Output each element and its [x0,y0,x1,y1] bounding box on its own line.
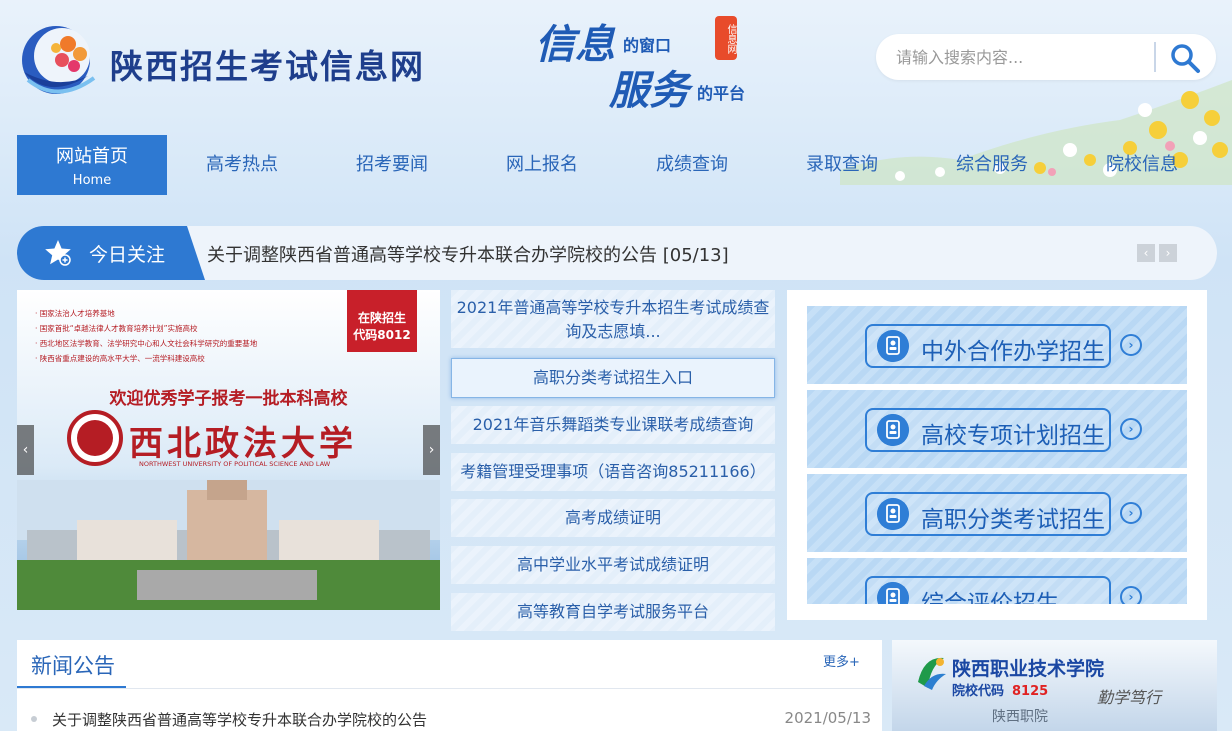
chevron-right-icon: › [1120,586,1142,604]
banner-school-name: 西北政法大学 [129,424,357,464]
banner-badge-line1: 在陕招生 [357,311,406,325]
news-section: 新闻公告 更多+ 关于调整陕西省普通高等学校专升本联合办学院校的公告 2021/… [17,640,882,731]
ad-code-number: 8125 [1012,684,1049,699]
mid-link-music-dance-score[interactable]: 2021年音乐舞蹈类专业课联考成绩查询 [451,406,775,444]
ad-building-sign: 陕西职院 [992,709,1048,725]
site-logo-icon[interactable] [18,20,98,98]
banner-welcome: 欢迎优秀学子报考一批本科高校 [109,389,348,409]
banner-carousel[interactable]: · 国家法治人才培养基地 · 国家首批“卓越法律人才教育培养计划”实施高校 · … [17,290,440,610]
document-icon [877,330,909,362]
btn-vocational-classification-admission[interactable]: 高职分类考试招生 › [807,474,1187,552]
main-nav: 网站首页 Home 高考热点 招考要闻 网上报名 成绩查询 录取查询 综合服务 … [0,135,1232,195]
right-quick-panel: 中外合作办学招生 › 高校专项计划招生 › 高职分类考试招生 › 综合评价招生 … [787,290,1207,620]
nav-item-services[interactable]: 综合服务 [917,135,1067,195]
banner-next-arrow-icon[interactable]: › [423,425,440,475]
news-item-title[interactable]: 关于调整陕西省普通高等学校专升本联合办学院校的公告 [52,709,427,730]
nav-item-label: 网站首页 [56,146,128,167]
banner-bullet: · 陕西省重点建设的高水平大学、一流学科建设高校 [35,354,205,363]
slogan-line2-big: 服务 [609,67,689,114]
btn-pill: 高校专项计划招生 [865,408,1111,452]
nav-item-admission-query[interactable]: 录取查询 [767,135,917,195]
nav-item-online-registration[interactable]: 网上报名 [467,135,617,195]
banner-prev-arrow-icon[interactable]: ‹ [17,425,34,475]
today-focus-headline[interactable]: 关于调整陕西省普通高等学校专升本联合办学院校的公告 [05/13] [207,241,729,267]
ad-code-label: 院校代码 [952,684,1005,699]
next-arrow-icon[interactable]: › [1159,244,1177,262]
btn-special-plan-admission[interactable]: 高校专项计划招生 › [807,390,1187,468]
banner-bullets: · 国家法治人才培养基地 · 国家首批“卓越法律人才教育培养计划”实施高校 · … [35,306,335,366]
college-ad-banner[interactable]: 陕西职业技术学院 院校代码 8125 陕西职院 勤学笃行 [892,640,1217,731]
chevron-right-icon: › [1120,418,1142,440]
mid-link-academic-level-certificate[interactable]: 高中学业水平考试成绩证明 [451,546,775,584]
document-icon [877,414,909,446]
btn-pill: 高职分类考试招生 [865,492,1111,536]
document-icon [877,582,909,604]
nav-item-score-query[interactable]: 成绩查询 [617,135,767,195]
btn-label: 综合评价招生 [921,591,1059,604]
college-logo-icon [918,657,946,690]
today-focus-bar: 今日关注 关于调整陕西省普通高等学校专升本联合办学院校的公告 [05/13] ‹… [17,226,1217,280]
chevron-right-icon: › [1120,334,1142,356]
mid-link-vocational-entry[interactable]: 高职分类考试招生入口 [451,358,775,398]
nav-item-news[interactable]: 招考要闻 [317,135,467,195]
nav-item-home[interactable]: 网站首页 Home [17,135,167,195]
banner-badge-line2: 代码8012 [353,328,411,342]
mid-link-registry-affairs[interactable]: 考籍管理受理事项（语音咨询85211166） [451,453,775,491]
slogan-line1-big: 信息 [535,21,615,68]
banner-bullet: · 国家法治人才培养基地 [35,309,115,318]
slogan-line1-small: 的窗口 [623,36,672,55]
btn-label: 高校专项计划招生 [921,423,1105,449]
news-divider [17,688,882,689]
btn-pill: 中外合作办学招生 [865,324,1111,368]
nav-item-sub: Home [72,173,112,188]
slogan-stamp: 信息网 [715,16,737,60]
today-focus-title: 今日关注 [89,244,166,266]
slogan: 信息 的窗口 信息网 服务 的平台 [535,12,775,114]
btn-pill: 综合评价招生 [865,576,1111,604]
news-section-title: 新闻公告 [31,654,115,678]
nav-item-gaokao-hot[interactable]: 高考热点 [167,135,317,195]
bullet-dot-icon [31,716,37,722]
btn-label: 高职分类考试招生 [921,507,1105,533]
news-more-link[interactable]: 更多+ [823,651,860,670]
mid-link-gaokao-certificate[interactable]: 高考成绩证明 [451,499,775,537]
ad-motto: 勤学笃行 [1097,688,1162,707]
banner-bullet: · 西北地区法学教育、法学研究中心和人文社会科学研究的重要基地 [35,339,258,348]
site-title[interactable]: 陕西招生考试信息网 [110,40,425,88]
mid-link-upgrade-score[interactable]: 2021年普通高等学校专升本招生考试成绩查询及志愿填... [451,290,775,348]
banner-bullet: · 国家首批“卓越法律人才教育培养计划”实施高校 [35,324,198,333]
document-icon [877,498,909,530]
ad-college-name: 陕西职业技术学院 [952,658,1105,680]
prev-arrow-icon[interactable]: ‹ [1137,244,1155,262]
btn-comprehensive-evaluation-admission[interactable]: 综合评价招生 › [807,558,1187,604]
banner-school-en: NORTHWEST UNIVERSITY OF POLITICAL SCIENC… [139,460,331,468]
btn-sino-foreign-admission[interactable]: 中外合作办学招生 › [807,306,1187,384]
slogan-line2-small: 的平台 [697,84,746,103]
mid-link-self-exam-platform[interactable]: 高等教育自学考试服务平台 [451,593,775,631]
btn-label: 中外合作办学招生 [921,339,1105,365]
star-icon [45,240,71,266]
ad-college-code: 院校代码 8125 [952,680,1048,699]
news-list-item: 关于调整陕西省普通高等学校专升本联合办学院校的公告 2021/05/13 [31,708,871,731]
banner-badge: 在陕招生 代码8012 [347,310,417,344]
chevron-right-icon: › [1120,502,1142,524]
news-item-date: 2021/05/13 [784,709,871,727]
nav-item-college-info[interactable]: 院校信息 [1067,135,1217,195]
today-focus-label: 今日关注 [17,226,205,280]
